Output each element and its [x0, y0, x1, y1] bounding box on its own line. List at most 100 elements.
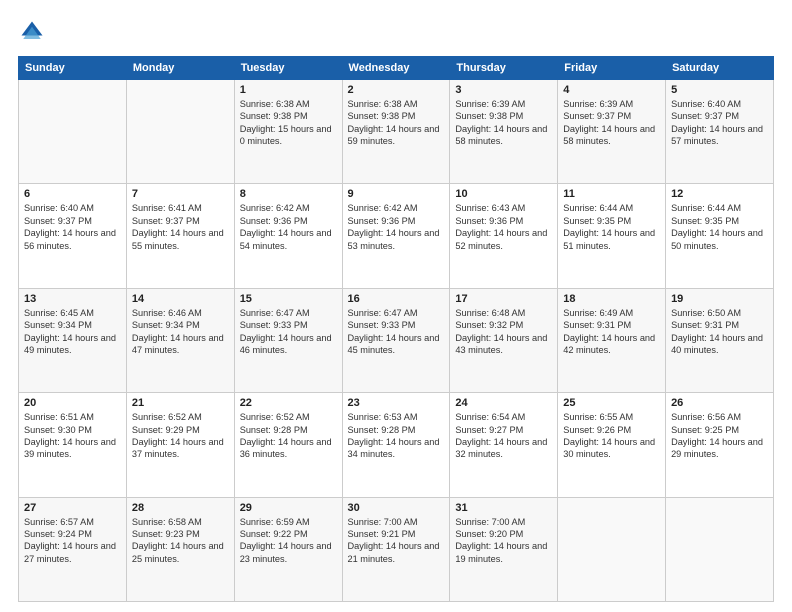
day-cell: 6 Sunrise: 6:40 AM Sunset: 9:37 PM Daylig… [19, 184, 127, 288]
day-number: 25 [563, 397, 660, 409]
day-cell: 2 Sunrise: 6:38 AM Sunset: 9:38 PM Daylig… [342, 80, 450, 184]
week-row-4: 20 Sunrise: 6:51 AM Sunset: 9:30 PM Dayli… [19, 393, 774, 497]
day-cell: 31 Sunrise: 7:00 AM Sunset: 9:20 PM Dayli… [450, 497, 558, 601]
day-detail: Sunrise: 6:44 AM Sunset: 9:35 PM Dayligh… [671, 202, 768, 252]
day-cell: 16 Sunrise: 6:47 AM Sunset: 9:33 PM Dayli… [342, 288, 450, 392]
day-number: 9 [348, 188, 445, 200]
day-cell: 11Sunrise: 6:44 AM Sunset: 9:35 PM Dayli… [558, 184, 666, 288]
day-detail: Sunrise: 6:39 AM Sunset: 9:38 PM Dayligh… [455, 98, 552, 148]
day-detail: Sunrise: 6:57 AM Sunset: 9:24 PM Dayligh… [24, 516, 121, 566]
day-number: 1 [240, 84, 337, 96]
day-cell: 10 Sunrise: 6:43 AM Sunset: 9:36 PM Dayli… [450, 184, 558, 288]
day-number: 6 [24, 188, 121, 200]
day-detail: Sunrise: 6:45 AM Sunset: 9:34 PM Dayligh… [24, 307, 121, 357]
day-cell: 3 Sunrise: 6:39 AM Sunset: 9:38 PM Daylig… [450, 80, 558, 184]
weekday-header-friday: Friday [558, 57, 666, 80]
day-number: 29 [240, 502, 337, 514]
day-number: 20 [24, 397, 121, 409]
week-row-2: 6 Sunrise: 6:40 AM Sunset: 9:37 PM Daylig… [19, 184, 774, 288]
day-number: 10 [455, 188, 552, 200]
day-cell [126, 80, 234, 184]
day-detail: Sunrise: 6:58 AM Sunset: 9:23 PM Dayligh… [132, 516, 229, 566]
weekday-header-monday: Monday [126, 57, 234, 80]
page-header [18, 18, 774, 46]
day-cell: 9 Sunrise: 6:42 AM Sunset: 9:36 PM Daylig… [342, 184, 450, 288]
week-row-5: 27 Sunrise: 6:57 AM Sunset: 9:24 PM Dayli… [19, 497, 774, 601]
day-cell: 8Sunrise: 6:42 AM Sunset: 9:36 PM Daylig… [234, 184, 342, 288]
day-detail: Sunrise: 6:38 AM Sunset: 9:38 PM Dayligh… [240, 98, 337, 148]
day-number: 11 [563, 188, 660, 200]
day-detail: Sunrise: 6:51 AM Sunset: 9:30 PM Dayligh… [24, 411, 121, 461]
day-detail: Sunrise: 6:42 AM Sunset: 9:36 PM Dayligh… [240, 202, 337, 252]
logo-icon [18, 18, 46, 46]
day-number: 30 [348, 502, 445, 514]
day-detail: Sunrise: 6:52 AM Sunset: 9:28 PM Dayligh… [240, 411, 337, 461]
day-number: 22 [240, 397, 337, 409]
day-cell: 21Sunrise: 6:52 AM Sunset: 9:29 PM Dayli… [126, 393, 234, 497]
day-number: 27 [24, 502, 121, 514]
day-cell: 5Sunrise: 6:40 AM Sunset: 9:37 PM Daylig… [666, 80, 774, 184]
day-number: 18 [563, 293, 660, 305]
day-detail: Sunrise: 6:43 AM Sunset: 9:36 PM Dayligh… [455, 202, 552, 252]
day-cell: 26 Sunrise: 6:56 AM Sunset: 9:25 PM Dayli… [666, 393, 774, 497]
day-cell: 28 Sunrise: 6:58 AM Sunset: 9:23 PM Dayli… [126, 497, 234, 601]
day-number: 28 [132, 502, 229, 514]
day-number: 7 [132, 188, 229, 200]
day-cell: 4 Sunrise: 6:39 AM Sunset: 9:37 PM Daylig… [558, 80, 666, 184]
day-detail: Sunrise: 6:54 AM Sunset: 9:27 PM Dayligh… [455, 411, 552, 461]
day-number: 14 [132, 293, 229, 305]
day-number: 13 [24, 293, 121, 305]
day-cell: 25 Sunrise: 6:55 AM Sunset: 9:26 PM Dayli… [558, 393, 666, 497]
day-cell: 20 Sunrise: 6:51 AM Sunset: 9:30 PM Dayli… [19, 393, 127, 497]
day-detail: Sunrise: 6:42 AM Sunset: 9:36 PM Dayligh… [348, 202, 445, 252]
calendar-table: SundayMondayTuesdayWednesdayThursdayFrid… [18, 56, 774, 602]
day-detail: Sunrise: 6:40 AM Sunset: 9:37 PM Dayligh… [24, 202, 121, 252]
day-cell: 17 Sunrise: 6:48 AM Sunset: 9:32 PM Dayli… [450, 288, 558, 392]
weekday-header-saturday: Saturday [666, 57, 774, 80]
day-number: 3 [455, 84, 552, 96]
day-cell: 30 Sunrise: 7:00 AM Sunset: 9:21 PM Dayli… [342, 497, 450, 601]
day-cell: 1 Sunrise: 6:38 AM Sunset: 9:38 PM Daylig… [234, 80, 342, 184]
day-number: 2 [348, 84, 445, 96]
day-number: 5 [671, 84, 768, 96]
day-number: 16 [348, 293, 445, 305]
day-cell [558, 497, 666, 601]
day-cell [19, 80, 127, 184]
day-detail: Sunrise: 6:53 AM Sunset: 9:28 PM Dayligh… [348, 411, 445, 461]
day-detail: Sunrise: 7:00 AM Sunset: 9:20 PM Dayligh… [455, 516, 552, 566]
day-detail: Sunrise: 6:47 AM Sunset: 9:33 PM Dayligh… [240, 307, 337, 357]
day-cell [666, 497, 774, 601]
week-row-3: 13 Sunrise: 6:45 AM Sunset: 9:34 PM Dayli… [19, 288, 774, 392]
day-cell: 27 Sunrise: 6:57 AM Sunset: 9:24 PM Dayli… [19, 497, 127, 601]
day-cell: 14 Sunrise: 6:46 AM Sunset: 9:34 PM Dayli… [126, 288, 234, 392]
day-detail: Sunrise: 6:56 AM Sunset: 9:25 PM Dayligh… [671, 411, 768, 461]
day-number: 21 [132, 397, 229, 409]
day-detail: Sunrise: 6:48 AM Sunset: 9:32 PM Dayligh… [455, 307, 552, 357]
day-detail: Sunrise: 6:41 AM Sunset: 9:37 PM Dayligh… [132, 202, 229, 252]
day-number: 4 [563, 84, 660, 96]
day-cell: 13 Sunrise: 6:45 AM Sunset: 9:34 PM Dayli… [19, 288, 127, 392]
day-number: 31 [455, 502, 552, 514]
day-detail: Sunrise: 6:38 AM Sunset: 9:38 PM Dayligh… [348, 98, 445, 148]
day-number: 17 [455, 293, 552, 305]
day-cell: 19Sunrise: 6:50 AM Sunset: 9:31 PM Dayli… [666, 288, 774, 392]
weekday-header-tuesday: Tuesday [234, 57, 342, 80]
day-detail: Sunrise: 6:55 AM Sunset: 9:26 PM Dayligh… [563, 411, 660, 461]
weekday-header-sunday: Sunday [19, 57, 127, 80]
day-cell: 15 Sunrise: 6:47 AM Sunset: 9:33 PM Dayli… [234, 288, 342, 392]
day-cell: 22 Sunrise: 6:52 AM Sunset: 9:28 PM Dayli… [234, 393, 342, 497]
day-cell: 23Sunrise: 6:53 AM Sunset: 9:28 PM Dayli… [342, 393, 450, 497]
weekday-header-thursday: Thursday [450, 57, 558, 80]
weekday-header-row: SundayMondayTuesdayWednesdayThursdayFrid… [19, 57, 774, 80]
logo [18, 18, 50, 46]
day-number: 15 [240, 293, 337, 305]
day-detail: Sunrise: 6:47 AM Sunset: 9:33 PM Dayligh… [348, 307, 445, 357]
day-detail: Sunrise: 6:46 AM Sunset: 9:34 PM Dayligh… [132, 307, 229, 357]
day-number: 19 [671, 293, 768, 305]
day-number: 26 [671, 397, 768, 409]
day-number: 12 [671, 188, 768, 200]
day-number: 24 [455, 397, 552, 409]
day-detail: Sunrise: 6:39 AM Sunset: 9:37 PM Dayligh… [563, 98, 660, 148]
day-detail: Sunrise: 7:00 AM Sunset: 9:21 PM Dayligh… [348, 516, 445, 566]
week-row-1: 1 Sunrise: 6:38 AM Sunset: 9:38 PM Daylig… [19, 80, 774, 184]
